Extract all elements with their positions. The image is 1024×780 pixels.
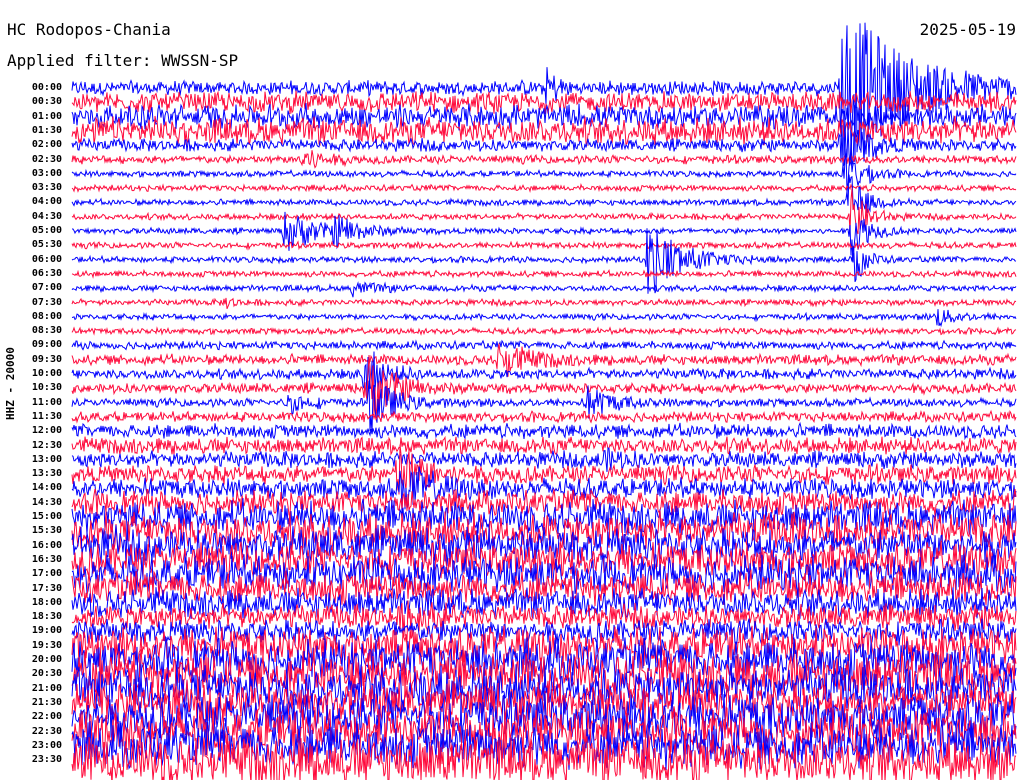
trace-row-0000 <box>71 22 1017 164</box>
trace-row-0430 <box>71 188 1017 235</box>
trace-row-0600 <box>71 228 1017 294</box>
trace-row-0900 <box>71 339 1017 352</box>
trace-row-0700 <box>71 281 1017 298</box>
trace-row-1030 <box>71 354 1017 419</box>
trace-row-0630 <box>71 268 1017 279</box>
trace-row-0500 <box>72 211 1017 263</box>
trace-row-0530 <box>71 240 1017 251</box>
trace-row-0730 <box>71 297 1017 309</box>
helicorder-plot <box>71 22 1017 780</box>
trace-row-0800 <box>71 309 1017 328</box>
trace-row-0830 <box>71 326 1017 336</box>
trace-row-0330 <box>71 182 1017 194</box>
trace-row-1330 <box>71 444 1017 495</box>
trace-row-1230 <box>71 435 1017 456</box>
trace-row-1200 <box>71 421 1017 441</box>
trace-row-1300 <box>71 447 1017 472</box>
trace-row-1130 <box>71 409 1017 424</box>
trace-row-0400 <box>71 174 1017 213</box>
